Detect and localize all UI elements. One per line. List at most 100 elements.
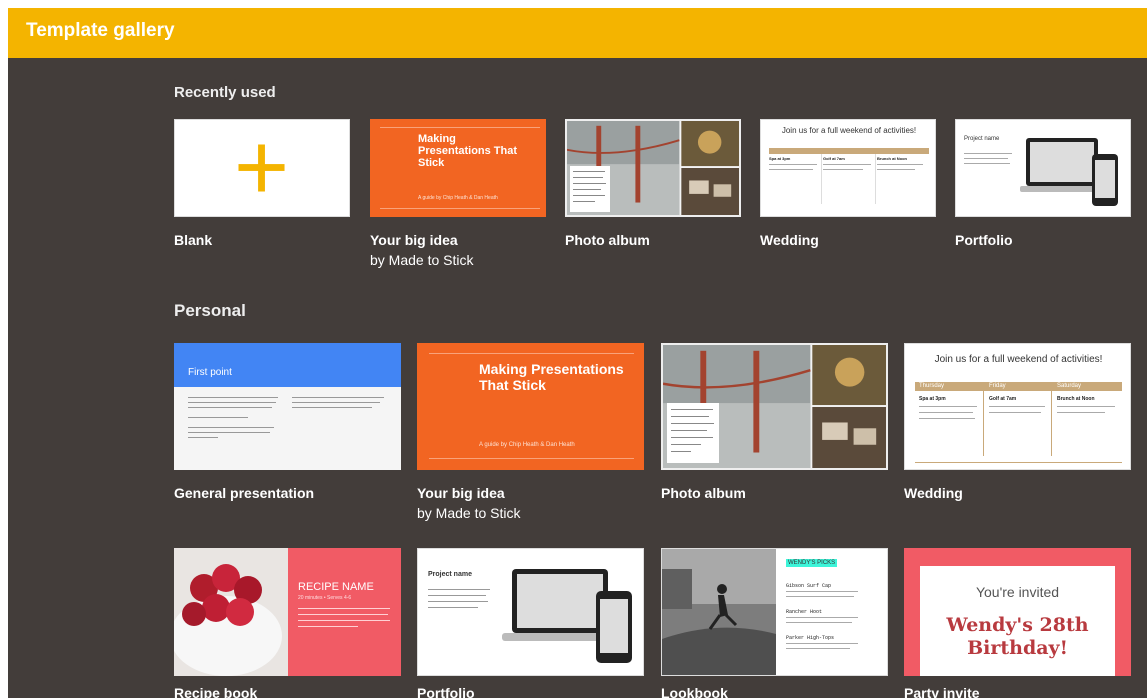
- text-line: [428, 607, 478, 608]
- thumb-title: Making Presentations That Stick: [479, 361, 624, 393]
- template-label: Photo album: [661, 485, 746, 501]
- section-title-personal: Personal: [174, 301, 246, 320]
- template-thumbnail: [565, 119, 741, 217]
- gallery-main: Recently used Blank Making Presentations…: [8, 58, 1147, 698]
- text-line: [877, 164, 923, 165]
- text-line: [188, 432, 270, 433]
- text-line: [188, 437, 218, 438]
- schedule-event: Golf at 7am: [989, 396, 1017, 402]
- schedule-event: Brunch at Noon: [1057, 396, 1095, 402]
- text-line: [298, 626, 358, 627]
- template-card-photo-album[interactable]: Photo album: [661, 343, 888, 518]
- template-card-portfolio[interactable]: Project name Portfolio: [417, 548, 644, 698]
- text-line: [786, 643, 858, 644]
- lookbook-item: Parker High-Tops: [786, 635, 835, 641]
- template-thumbnail: Making Presentations That Stick A guide …: [370, 119, 546, 217]
- text-line: [188, 427, 274, 428]
- schedule-header-bar: [915, 382, 1122, 391]
- text-line: [188, 397, 278, 398]
- plus-icon: [238, 144, 285, 192]
- text-line: [769, 164, 817, 165]
- divider: [380, 127, 540, 128]
- template-card-blank[interactable]: Blank: [174, 119, 350, 259]
- template-label: Your big idea: [417, 485, 505, 501]
- text-line: [786, 622, 852, 623]
- divider: [915, 462, 1122, 463]
- devices-image: [1020, 138, 1118, 206]
- text-line: [298, 608, 390, 609]
- template-label: Recipe book: [174, 685, 258, 698]
- divider: [821, 154, 822, 204]
- thumb-meta: 20 minutes • Serves 4-6: [298, 595, 352, 601]
- caption-box: [570, 166, 610, 212]
- text-line: [823, 164, 871, 165]
- text-line: [964, 153, 1012, 154]
- template-card-general-presentation[interactable]: First point General presentation: [174, 343, 401, 518]
- text-line: [989, 406, 1045, 407]
- text-line: [188, 402, 276, 403]
- section-title-recent: Recently used: [174, 84, 276, 101]
- template-card-your-big-idea[interactable]: Making Presentations That Stick A guide …: [370, 119, 546, 269]
- schedule-event: Brunch at Noon: [877, 156, 907, 161]
- app-header: Template gallery: [8, 8, 1147, 58]
- text-line: [919, 418, 975, 419]
- template-thumbnail: Making Presentations That Stick A guide …: [417, 343, 644, 470]
- text-line: [877, 169, 915, 170]
- devices-image: [502, 569, 632, 663]
- template-card-wedding[interactable]: Join us for a full weekend of activities…: [904, 343, 1131, 518]
- template-thumbnail: [661, 343, 888, 470]
- template-label: Wedding: [760, 232, 819, 248]
- invite-card: You're invited Wendy's 28th Birthday!: [920, 566, 1115, 676]
- divider: [983, 391, 984, 456]
- schedule-event: Spa at 3pm: [919, 396, 946, 402]
- text-line: [786, 648, 850, 649]
- template-card-your-big-idea[interactable]: Making Presentations That Stick A guide …: [417, 343, 644, 528]
- template-label: Portfolio: [417, 685, 475, 698]
- text-line: [292, 397, 384, 398]
- text-line: [428, 595, 486, 596]
- template-label: Blank: [174, 232, 213, 248]
- template-thumbnail: RECIPE NAME 20 minutes • Serves 4-6: [174, 548, 401, 676]
- text-line: [428, 589, 490, 590]
- text-line: [188, 407, 272, 408]
- schedule-event: Spa at 3pm: [769, 156, 791, 161]
- template-label: Photo album: [565, 232, 650, 248]
- text-line: [298, 620, 390, 621]
- template-thumbnail: Project name: [955, 119, 1131, 217]
- lookbook-item: Rancher Hoot: [786, 609, 823, 615]
- template-card-wedding[interactable]: Join us for a full weekend of activities…: [760, 119, 936, 259]
- text-line: [428, 601, 488, 602]
- text-line: [823, 169, 863, 170]
- template-card-portfolio[interactable]: Project name Portfolio: [955, 119, 1131, 259]
- text-line: [989, 412, 1041, 413]
- thumb-byline: A guide by Chip Heath & Dan Heath: [479, 442, 575, 448]
- divider: [380, 208, 540, 209]
- template-thumbnail: Join us for a full weekend of activities…: [760, 119, 936, 217]
- text-line: [786, 596, 854, 597]
- thumb-heading: Join us for a full weekend of activities…: [781, 126, 917, 135]
- template-thumbnail: Project name: [417, 548, 644, 676]
- text-line: [1057, 412, 1105, 413]
- text-line: [1057, 406, 1115, 407]
- thumb-heading: Join us for a full weekend of activities…: [934, 354, 1103, 365]
- divider: [875, 154, 876, 204]
- text-line: [292, 407, 372, 408]
- template-card-recipe-book[interactable]: RECIPE NAME 20 minutes • Serves 4-6 Reci…: [174, 548, 401, 698]
- template-card-party-invite[interactable]: You're invited Wendy's 28th Birthday! Pa…: [904, 548, 1131, 698]
- template-thumbnail: [174, 119, 350, 217]
- text-line: [188, 417, 248, 418]
- template-label: Lookbook: [661, 685, 728, 698]
- skater-image: [662, 549, 776, 675]
- divider: [429, 353, 634, 354]
- template-label: General presentation: [174, 485, 315, 501]
- text-line: [298, 614, 388, 615]
- template-card-lookbook[interactable]: WENDY'S PICKS Gibson Surf Cap Rancher Ho…: [661, 548, 888, 698]
- text-line: [769, 169, 813, 170]
- page-title: Template gallery: [26, 20, 175, 41]
- thumb-title: WENDY'S PICKS: [786, 559, 838, 567]
- text-line: [964, 163, 1010, 164]
- schedule-day: Thursday: [919, 383, 945, 389]
- divider: [1051, 391, 1052, 456]
- template-card-photo-album[interactable]: Photo album: [565, 119, 741, 259]
- thumb-title: Project name: [964, 136, 1000, 142]
